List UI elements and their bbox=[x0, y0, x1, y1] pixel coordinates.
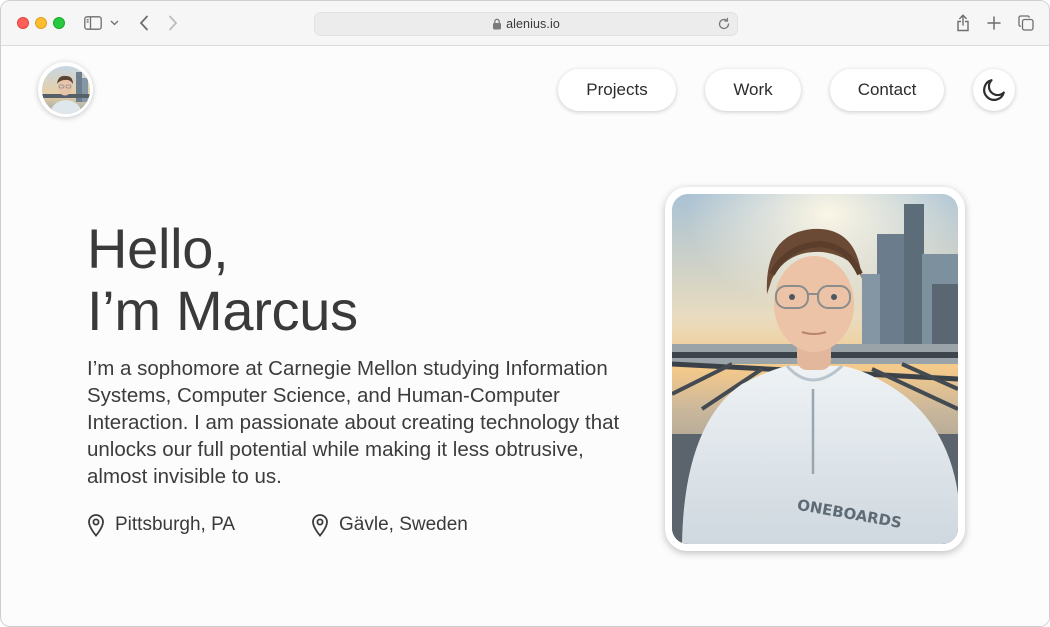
minimize-window-button[interactable] bbox=[35, 17, 47, 29]
new-tab-icon[interactable] bbox=[985, 13, 1003, 33]
reload-icon[interactable] bbox=[717, 17, 731, 31]
lock-icon bbox=[492, 18, 502, 30]
chevron-down-icon[interactable] bbox=[108, 13, 120, 33]
nav-work-button[interactable]: Work bbox=[705, 69, 801, 111]
moon-icon bbox=[981, 77, 1007, 103]
page-content: Projects Work Contact Hello, I’m Marcus … bbox=[1, 46, 1049, 626]
location-label: Pittsburgh, PA bbox=[115, 514, 236, 535]
avatar-photo bbox=[41, 65, 90, 114]
back-icon[interactable] bbox=[135, 13, 153, 33]
portrait-frame: ONEBOARDS bbox=[665, 187, 965, 551]
close-window-button[interactable] bbox=[17, 17, 29, 29]
avatar[interactable] bbox=[38, 62, 93, 117]
address-bar[interactable]: alenius.io bbox=[314, 12, 738, 36]
forward-icon[interactable] bbox=[164, 13, 182, 33]
sidebar-toggle-icon[interactable] bbox=[83, 13, 103, 33]
location-label: Gävle, Sweden bbox=[339, 514, 468, 535]
hero-heading: Hello, I’m Marcus bbox=[87, 218, 607, 342]
map-pin-icon bbox=[311, 513, 329, 537]
hero-greeting-line2: I’m Marcus bbox=[87, 279, 358, 342]
hero-bio: I’m a sophomore at Carnegie Mellon study… bbox=[87, 357, 620, 488]
theme-toggle-button[interactable] bbox=[973, 69, 1015, 111]
url-text: alenius.io bbox=[506, 17, 560, 31]
location-gavle: Gävle, Sweden bbox=[311, 512, 468, 538]
nav-contact-button[interactable]: Contact bbox=[830, 69, 944, 111]
location-pittsburgh: Pittsburgh, PA bbox=[87, 512, 235, 538]
browser-toolbar: alenius.io bbox=[1, 1, 1049, 46]
portrait-photo: ONEBOARDS bbox=[672, 194, 958, 544]
tab-overview-icon[interactable] bbox=[1016, 13, 1036, 33]
share-icon[interactable] bbox=[954, 13, 972, 33]
map-pin-icon bbox=[87, 513, 105, 537]
hero-greeting-line1: Hello, bbox=[87, 217, 229, 280]
nav-projects-button[interactable]: Projects bbox=[558, 69, 676, 111]
browser-window: alenius.io Projects Work Contact Hello, … bbox=[0, 0, 1050, 627]
zoom-window-button[interactable] bbox=[53, 17, 65, 29]
